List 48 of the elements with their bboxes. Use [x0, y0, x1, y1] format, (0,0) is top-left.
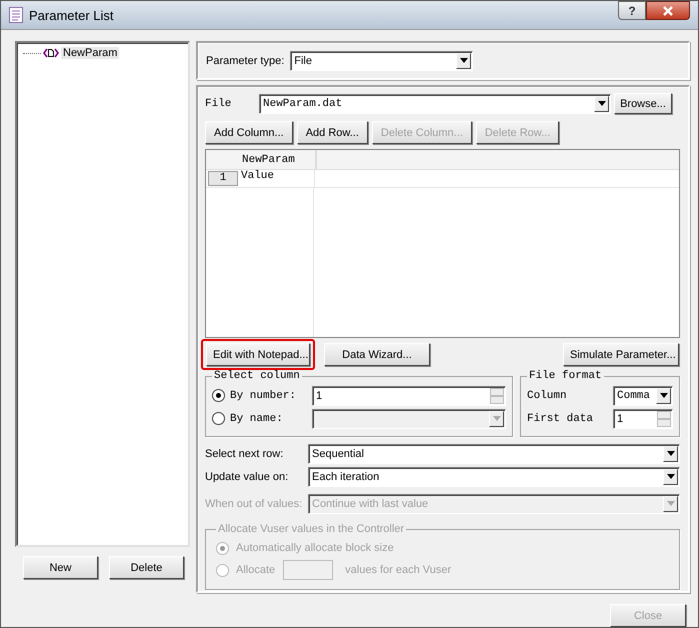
field-label: Parameter type:: [206, 54, 284, 66]
row-number: 1: [208, 171, 238, 186]
field-label: Select next row:: [205, 448, 284, 460]
caret-icon: [660, 393, 668, 398]
caret-icon: [666, 451, 674, 456]
table-cell: Value: [240, 170, 315, 187]
field-label: Column: [527, 390, 568, 402]
table-button[interactable]: Add Row...: [296, 121, 368, 144]
setting-dropdown[interactable]: Each iteration: [308, 466, 680, 486]
number-field[interactable]: 1: [613, 408, 673, 428]
delete-button[interactable]: Delete: [109, 556, 184, 579]
group-title: Allocate Vuser values in the Controller: [217, 523, 406, 535]
caret-icon: [598, 101, 606, 106]
caret-icon: [492, 416, 500, 421]
caret-icon: [666, 474, 674, 479]
file-path-combo[interactable]: NewParam.dat: [259, 94, 611, 114]
tree-item[interactable]: NewParam: [61, 47, 120, 59]
radio-button[interactable]: [212, 389, 225, 402]
action-button[interactable]: Simulate Parameter...: [563, 343, 679, 366]
action-button[interactable]: Data Wizard...: [324, 343, 430, 366]
field-label: When out of values:: [205, 498, 304, 510]
caret-icon: [666, 501, 674, 506]
close-icon: [662, 6, 674, 16]
setting-dropdown[interactable]: Sequential: [308, 444, 680, 464]
column-dropdown[interactable]: Comma: [613, 386, 673, 406]
caret-icon: [460, 58, 468, 63]
option-label: Allocate: [236, 564, 276, 576]
close-button[interactable]: [646, 1, 690, 20]
option-label: Automatically allocate block size: [236, 542, 394, 554]
action-button[interactable]: Edit with Notepad...: [206, 343, 310, 366]
help-button[interactable]: ?: [618, 1, 646, 20]
group-title: File format: [528, 370, 603, 382]
parameter-icon: [43, 48, 59, 58]
field-label: File: [205, 98, 232, 110]
option-label: values for each Vuser: [345, 564, 452, 576]
option-label: By name:: [230, 412, 284, 424]
field-label: Update value on:: [205, 470, 290, 482]
window-title: Parameter List: [29, 8, 114, 22]
list-icon: [9, 7, 23, 23]
field-label: First data: [527, 412, 594, 424]
new-button[interactable]: New: [23, 556, 98, 579]
group-title: Select column: [213, 370, 301, 382]
browse-button[interactable]: Browse...: [614, 93, 672, 114]
column-header: NewParam: [239, 150, 317, 169]
number-field[interactable]: 1: [312, 386, 506, 406]
option-label: By number:: [230, 390, 298, 402]
parameter-type-dropdown[interactable]: File: [290, 50, 474, 70]
table-button[interactable]: Add Column...: [205, 121, 293, 144]
